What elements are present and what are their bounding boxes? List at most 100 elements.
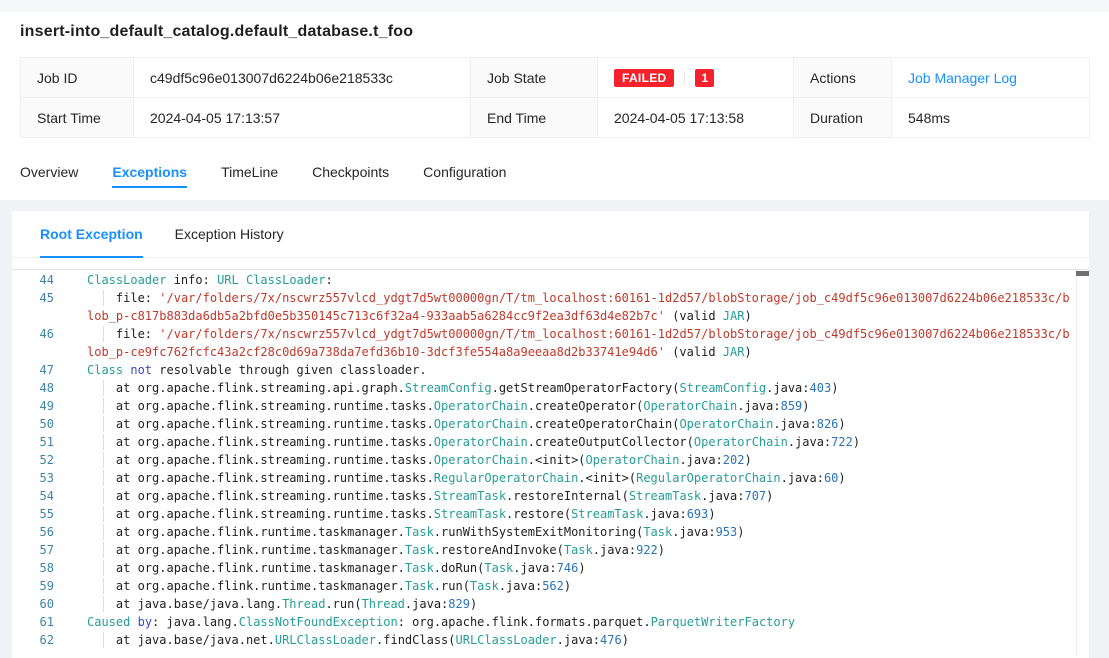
tab-timeline[interactable]: TimeLine xyxy=(221,156,278,188)
code-line: 46 file: '/var/folders/7x/nscwrz557vlcd_… xyxy=(12,325,1089,361)
line-number: 48 xyxy=(12,379,68,397)
code-line: 47Class not resolvable through given cla… xyxy=(12,361,1089,379)
indent-guide xyxy=(103,416,104,432)
code-line: 56 at org.apache.flink.runtime.taskmanag… xyxy=(12,523,1089,541)
start-time-value: 2024-04-05 17:13:57 xyxy=(134,98,471,138)
indent-guide xyxy=(103,524,104,540)
duration-label: Duration xyxy=(794,98,892,138)
code-line: 49 at org.apache.flink.streaming.runtime… xyxy=(12,397,1089,415)
code-text: at org.apache.flink.runtime.taskmanager.… xyxy=(68,523,1089,541)
indent-guide xyxy=(103,506,104,522)
badge-divider xyxy=(684,71,685,85)
end-time-value: 2024-04-05 17:13:58 xyxy=(598,98,794,138)
line-number: 51 xyxy=(12,433,68,451)
code-text: at org.apache.flink.runtime.taskmanager.… xyxy=(68,541,1089,559)
code-line: 45 file: '/var/folders/7x/nscwrz557vlcd_… xyxy=(12,289,1089,325)
exception-card: Root Exception Exception History 44ClassL… xyxy=(12,211,1089,658)
code-line: 59 at org.apache.flink.runtime.taskmanag… xyxy=(12,577,1089,595)
code-text: at org.apache.flink.streaming.runtime.ta… xyxy=(68,469,1089,487)
start-time-label: Start Time xyxy=(21,98,134,138)
code-text: Caused by: java.lang.ClassNotFoundExcept… xyxy=(68,613,1089,631)
code-line: 48 at org.apache.flink.streaming.api.gra… xyxy=(12,379,1089,397)
end-time-label: End Time xyxy=(471,98,598,138)
code-line: 60 at java.base/java.lang.Thread.run(Thr… xyxy=(12,595,1089,613)
line-number: 55 xyxy=(12,505,68,523)
line-number: 44 xyxy=(12,271,68,289)
window-top-strip xyxy=(0,0,1109,12)
job-manager-log-link[interactable]: Job Manager Log xyxy=(908,70,1017,86)
line-number: 49 xyxy=(12,397,68,415)
line-number: 58 xyxy=(12,559,68,577)
table-row: Start Time 2024-04-05 17:13:57 End Time … xyxy=(21,98,1090,138)
code-line: 54 at org.apache.flink.streaming.runtime… xyxy=(12,487,1089,505)
tab-checkpoints[interactable]: Checkpoints xyxy=(312,156,389,188)
status-badge: FAILED xyxy=(614,69,674,87)
job-info-table: Job ID c49df5c96e013007d6224b06e218533c … xyxy=(20,57,1090,138)
job-state-cell: FAILED 1 xyxy=(598,58,794,98)
tab-configuration[interactable]: Configuration xyxy=(423,156,506,188)
indent-guide xyxy=(103,596,104,612)
code-text: at org.apache.flink.runtime.taskmanager.… xyxy=(68,559,1089,577)
subtab-root-exception[interactable]: Root Exception xyxy=(40,211,143,257)
table-row: Job ID c49df5c96e013007d6224b06e218533c … xyxy=(21,58,1090,98)
vertical-scrollbar[interactable] xyxy=(1076,270,1089,655)
code-text: at java.base/java.net.URLClassLoader.fin… xyxy=(68,631,1089,649)
line-number: 62 xyxy=(12,631,68,649)
code-text: at org.apache.flink.streaming.runtime.ta… xyxy=(68,415,1089,433)
indent-guide xyxy=(103,290,104,306)
subtab-exception-history[interactable]: Exception History xyxy=(175,211,284,257)
line-number: 57 xyxy=(12,541,68,559)
duration-value: 548ms xyxy=(892,98,1090,138)
indent-guide xyxy=(103,452,104,468)
tab-exceptions[interactable]: Exceptions xyxy=(112,156,187,188)
line-number: 53 xyxy=(12,469,68,487)
code-text: ClassLoader info: URL ClassLoader: xyxy=(68,271,1089,289)
line-number: 54 xyxy=(12,487,68,505)
code-text: at org.apache.flink.streaming.runtime.ta… xyxy=(68,505,1089,523)
indent-guide xyxy=(103,488,104,504)
code-text: file: '/var/folders/7x/nscwrz557vlcd_ydg… xyxy=(68,325,1089,361)
code-text: at org.apache.flink.streaming.api.graph.… xyxy=(68,379,1089,397)
code-line: 44ClassLoader info: URL ClassLoader: xyxy=(12,271,1089,289)
indent-guide xyxy=(103,434,104,450)
tab-overview[interactable]: Overview xyxy=(20,156,78,188)
job-id-value: c49df5c96e013007d6224b06e218533c xyxy=(134,58,471,98)
line-number: 50 xyxy=(12,415,68,433)
code-line: 58 at org.apache.flink.runtime.taskmanag… xyxy=(12,559,1089,577)
indent-guide xyxy=(103,380,104,396)
code-line: 62 at java.base/java.net.URLClassLoader.… xyxy=(12,631,1089,649)
indent-guide xyxy=(103,632,104,648)
code-text: at org.apache.flink.streaming.runtime.ta… xyxy=(68,487,1089,505)
job-state-label: Job State xyxy=(471,58,598,98)
actions-label: Actions xyxy=(794,58,892,98)
code-text: at org.apache.flink.streaming.runtime.ta… xyxy=(68,433,1089,451)
restart-count-badge: 1 xyxy=(695,69,714,87)
job-header: insert-into_default_catalog.default_data… xyxy=(0,12,1109,200)
code-text: at org.apache.flink.runtime.taskmanager.… xyxy=(68,577,1089,595)
line-number: 45 xyxy=(12,289,68,325)
main-tabs: Overview Exceptions TimeLine Checkpoints Con… xyxy=(0,156,1109,188)
code-text: at java.base/java.lang.Thread.run(Thread… xyxy=(68,595,1089,613)
code-text: Class not resolvable through given class… xyxy=(68,361,1089,379)
line-number: 60 xyxy=(12,595,68,613)
root-exception-log: 44ClassLoader info: URL ClassLoader:45 f… xyxy=(12,269,1089,655)
code-text: file: '/var/folders/7x/nscwrz557vlcd_ydg… xyxy=(68,289,1089,325)
indent-guide xyxy=(103,326,104,342)
job-id-label: Job ID xyxy=(21,58,134,98)
indent-guide xyxy=(103,470,104,486)
code-line: 50 at org.apache.flink.streaming.runtime… xyxy=(12,415,1089,433)
actions-cell: Job Manager Log xyxy=(892,58,1090,98)
indent-guide xyxy=(103,398,104,414)
scrollbar-thumb[interactable] xyxy=(1076,271,1089,276)
code-line: 61Caused by: java.lang.ClassNotFoundExce… xyxy=(12,613,1089,631)
code-text: at org.apache.flink.streaming.runtime.ta… xyxy=(68,451,1089,469)
stack-trace: 44ClassLoader info: URL ClassLoader:45 f… xyxy=(12,270,1089,649)
line-number: 46 xyxy=(12,325,68,361)
code-line: 55 at org.apache.flink.streaming.runtime… xyxy=(12,505,1089,523)
indent-guide xyxy=(103,560,104,576)
indent-guide xyxy=(103,578,104,594)
line-number: 56 xyxy=(12,523,68,541)
indent-guide xyxy=(103,542,104,558)
code-line: 52 at org.apache.flink.streaming.runtime… xyxy=(12,451,1089,469)
code-line: 51 at org.apache.flink.streaming.runtime… xyxy=(12,433,1089,451)
